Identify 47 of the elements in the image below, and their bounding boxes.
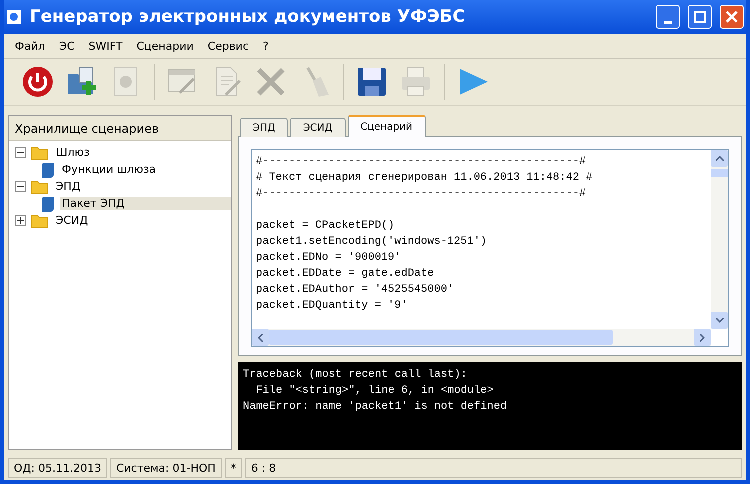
horizontal-scrollbar[interactable] (252, 329, 711, 346)
window-title: Генератор электронных документов УФЭБС (30, 7, 466, 27)
tree-item[interactable]: Функции шлюза (60, 163, 158, 176)
tab[interactable]: ЭПД (240, 118, 288, 137)
tab[interactable]: Сценарий (348, 115, 426, 137)
folder-icon (31, 214, 49, 228)
menu-item[interactable]: Файл (8, 40, 52, 52)
menu-item[interactable]: Сценарии (130, 40, 201, 52)
app-icon (6, 9, 22, 25)
collapse-icon[interactable] (15, 181, 26, 192)
folder-icon (31, 146, 49, 160)
menu-item[interactable]: SWIFT (82, 40, 130, 52)
menu-item[interactable]: ? (256, 40, 276, 52)
minimize-button[interactable] (656, 5, 680, 29)
scroll-thumb[interactable] (269, 330, 614, 345)
collapse-icon[interactable] (15, 147, 26, 158)
maximize-button[interactable] (688, 5, 712, 29)
vertical-scrollbar[interactable] (711, 150, 728, 329)
scroll-right-icon (700, 334, 705, 342)
status-field: Система: 01-НОП (110, 458, 222, 478)
script-icon (41, 162, 55, 178)
tree-item[interactable]: ЭПД (54, 180, 83, 193)
tree-item[interactable]: ЭСИД (54, 214, 90, 227)
menu-item[interactable]: ЭС (52, 40, 82, 52)
status-field: * (224, 458, 242, 478)
scroll-thumb[interactable] (711, 169, 728, 177)
minimize-icon (664, 20, 672, 24)
script-icon (41, 196, 55, 212)
console-output: Traceback (most recent call last): File "<string>", line 6, in <module> NameError: name 'packet1' is not defined (238, 362, 742, 450)
tab[interactable]: ЭСИД (290, 118, 346, 137)
scroll-left-icon (258, 334, 263, 342)
tree-item[interactable]: Шлюз (54, 146, 92, 159)
status-field: ОД: 05.11.2013 (8, 458, 108, 478)
menu-item[interactable]: Сервис (200, 40, 256, 52)
scroll-up-icon (716, 156, 724, 161)
save-icon (355, 65, 389, 99)
folder-icon (31, 180, 49, 194)
close-button[interactable] (720, 5, 744, 29)
close-icon (726, 11, 738, 23)
tree-item[interactable]: Пакет ЭПД (60, 197, 231, 210)
status-field: 6 : 8 (245, 458, 742, 478)
expand-icon[interactable] (15, 215, 26, 226)
scroll-down-icon (716, 318, 724, 323)
maximize-icon (694, 11, 706, 23)
panel-title: Хранилище сценариев (9, 116, 231, 141)
printer-icon (399, 65, 433, 99)
power-icon (21, 65, 55, 99)
